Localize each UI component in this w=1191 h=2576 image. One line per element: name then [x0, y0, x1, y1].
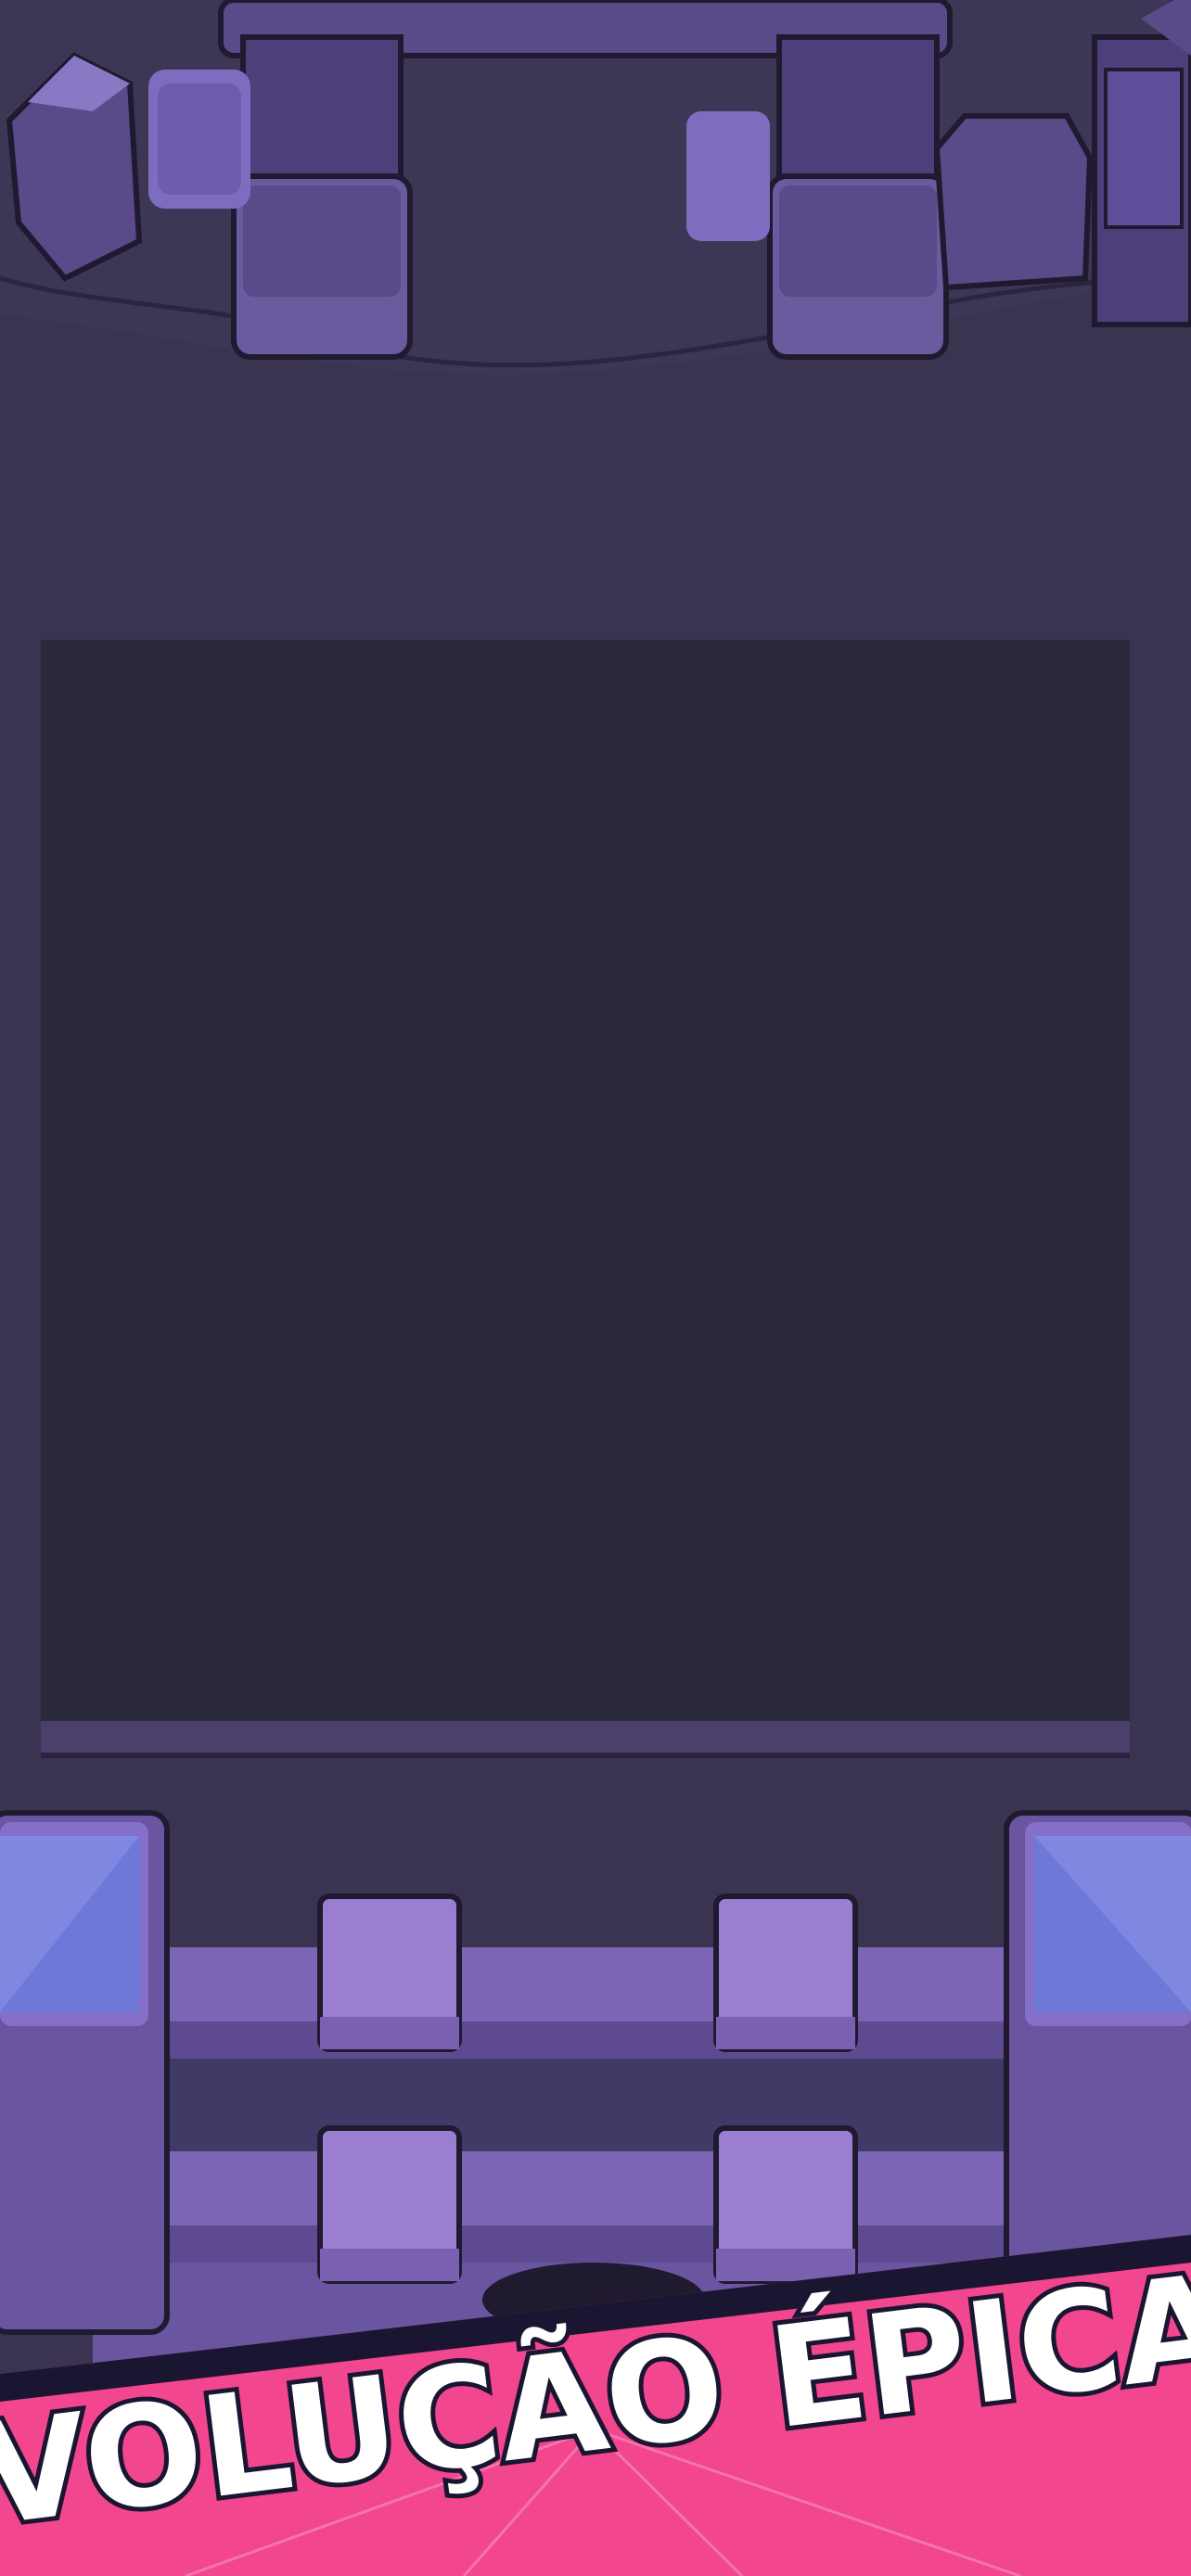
evolution-grid [41, 640, 1130, 1721]
grid-ledge [41, 1721, 1130, 1758]
